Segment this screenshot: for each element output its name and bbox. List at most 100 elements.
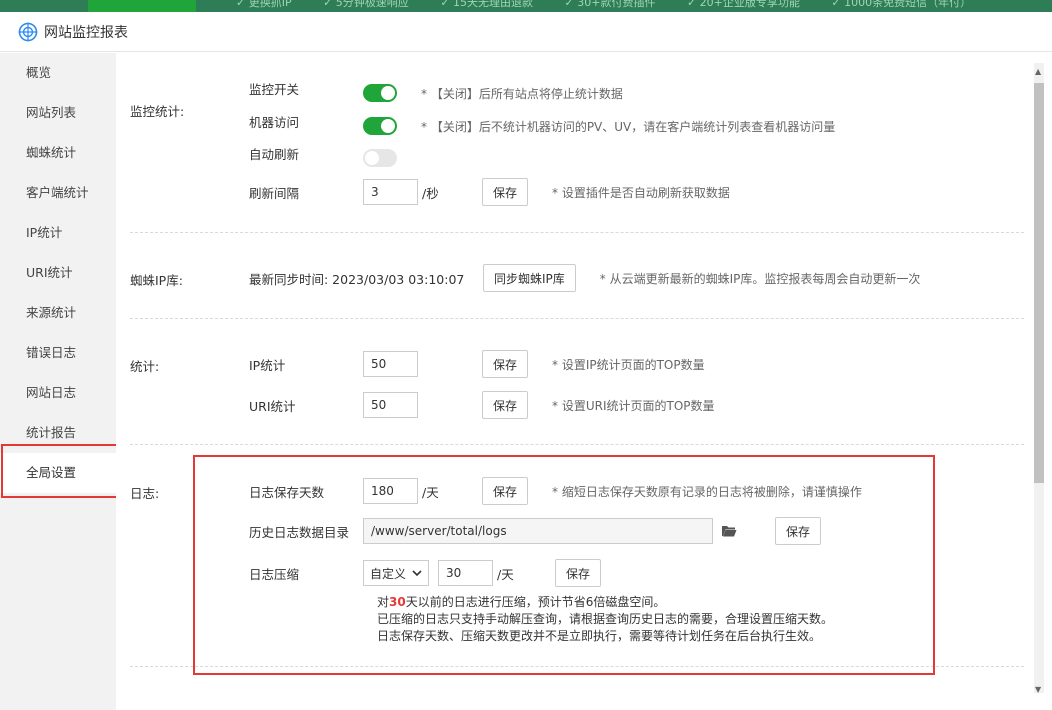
spider-sync-row: 最新同步时间: 2023/03/03 03:10:07 同步蜘蛛IP库 * 从云… <box>249 264 1009 292</box>
log-dir-input[interactable]: /www/server/total/logs <box>363 518 713 544</box>
monitor-section: 监控统计: 监控开关 * 【关闭】后所有站点将停止统计数据 机器访问 * 【关闭… <box>130 53 1024 233</box>
sidebar-item-ip-stats[interactable]: IP统计 <box>0 213 116 253</box>
sidebar-item-label: 网站日志 <box>26 385 77 400</box>
auto-refresh-toggle[interactable] <box>363 149 397 167</box>
robot-switch-row: 机器访问 * 【关闭】后不统计机器访问的PV、UV，请在客户端统计列表查看机器访… <box>249 112 1009 140</box>
field-tip: * 从云端更新最新的蜘蛛IP库。监控报表每周会自动更新一次 <box>599 271 921 286</box>
auto-refresh-row: 自动刷新 <box>249 144 1009 172</box>
field-label: 自动刷新 <box>249 146 300 162</box>
feature-item: ✓ 15天无理由退款 <box>440 0 534 9</box>
save-button[interactable]: 保存 <box>555 559 602 587</box>
scroll-up-icon[interactable]: ▲ <box>1035 67 1041 76</box>
folder-open-icon[interactable] <box>721 524 737 538</box>
chevron-down-icon <box>412 570 422 577</box>
sidebar-item-spider-stats[interactable]: 蜘蛛统计 <box>0 133 116 173</box>
unit-label: /天 <box>422 484 439 500</box>
uri-top-row: URI统计 50 保存 * 设置URI统计页面的TOP数量 <box>249 391 1009 419</box>
spider-ip-section: 蜘蛛IP库: 最新同步时间: 2023/03/03 03:10:07 同步蜘蛛I… <box>130 233 1024 319</box>
sidebar-item-label: 统计报告 <box>26 425 77 440</box>
log-section: 日志: 日志保存天数 180 /天 保存 * 缩短日志保存天数原有记录的日志将被… <box>130 445 1024 667</box>
sidebar-item-report[interactable]: 统计报告 <box>0 413 116 453</box>
scrollbar-thumb[interactable] <box>1034 83 1044 483</box>
sidebar-item-client-stats[interactable]: 客户端统计 <box>0 173 116 213</box>
sidebar-item-label: 客户端统计 <box>26 185 89 200</box>
monitor-logo-icon <box>18 22 38 41</box>
sidebar-item-global-settings[interactable]: 全局设置 <box>0 453 116 493</box>
select-value: 自定义 <box>370 566 407 581</box>
background-feature-list: ✓ 更换抓IP ✓ 5分钟极速响应 ✓ 15天无理由退款 ✓ 30+款付费插件 … <box>236 0 999 10</box>
refresh-interval-row: 刷新间隔 3 /秒 保存 * 设置插件是否自动刷新获取数据 <box>249 178 1009 206</box>
compress-note-line: 已压缩的日志只支持手动解压查询，请根据查询历史日志的需要，合理设置压缩天数。 <box>377 612 834 626</box>
field-label: 刷新间隔 <box>249 185 300 201</box>
monitor-report-window: 网站监控报表 概览 网站列表 蜘蛛统计 客户端统计 IP统计 URI统计 来源统… <box>0 12 1052 710</box>
robot-access-toggle[interactable] <box>363 117 397 135</box>
content-scrollbar[interactable]: ▲ ▼ <box>1024 53 1052 710</box>
field-tip: * 设置插件是否自动刷新获取数据 <box>552 185 730 200</box>
log-days-input[interactable]: 180 <box>363 478 418 504</box>
sidebar-item-label: 来源统计 <box>26 305 77 320</box>
sidebar-item-label: 蜘蛛统计 <box>26 145 77 160</box>
field-tip: * 【关闭】后所有站点将停止统计数据 <box>421 86 623 101</box>
compress-days-input[interactable]: 30 <box>438 560 493 586</box>
feature-item: ✓ 更换抓IP <box>236 0 292 9</box>
compress-mode-select[interactable]: 自定义 <box>363 560 429 586</box>
sidebar-item-site-log[interactable]: 网站日志 <box>0 373 116 413</box>
feature-item: ✓ 30+款付费插件 <box>564 0 656 9</box>
section-label: 日志: <box>130 486 160 501</box>
feature-item: ✓ 5分钟极速响应 <box>323 0 409 9</box>
save-button[interactable]: 保存 <box>482 350 529 378</box>
settings-content: 监控统计: 监控开关 * 【关闭】后所有站点将停止统计数据 机器访问 * 【关闭… <box>116 53 1024 710</box>
save-button[interactable]: 保存 <box>482 178 529 206</box>
field-tip: * 设置URI统计页面的TOP数量 <box>552 398 715 413</box>
feature-item: ✓ 1000条免费短信（年付） <box>831 0 972 9</box>
field-label: 日志保存天数 <box>249 484 325 500</box>
ip-top-input[interactable]: 50 <box>363 351 418 377</box>
compress-note: 对30天以前的日志进行压缩，预计节省6倍磁盘空间。 已压缩的日志只支持手动解压查… <box>377 594 833 645</box>
note-text: 对 <box>377 595 390 609</box>
ip-top-row: IP统计 50 保存 * 设置IP统计页面的TOP数量 <box>249 350 1009 378</box>
sidebar-item-uri-stats[interactable]: URI统计 <box>0 253 116 293</box>
field-tip: * 设置IP统计页面的TOP数量 <box>552 357 705 372</box>
log-compress-row: 日志压缩 自定义 30 /天 保存 <box>249 559 1009 587</box>
field-label: 监控开关 <box>249 81 300 97</box>
background-page-strip: ✓ 更换抓IP ✓ 5分钟极速响应 ✓ 15天无理由退款 ✓ 30+款付费插件 … <box>0 0 1052 12</box>
sidebar-item-source-stats[interactable]: 来源统计 <box>0 293 116 333</box>
background-green-button <box>88 0 196 12</box>
save-button[interactable]: 保存 <box>482 391 529 419</box>
sidebar-item-label: 全局设置 <box>26 465 77 480</box>
sidebar-item-site-list[interactable]: 网站列表 <box>0 93 116 133</box>
section-label: 监控统计: <box>130 104 185 119</box>
note-text: 天以前的日志进行压缩，预计节省6倍磁盘空间。 <box>405 595 666 609</box>
field-label: IP统计 <box>249 357 286 373</box>
note-number: 30 <box>389 595 406 609</box>
section-label: 统计: <box>130 359 160 374</box>
sidebar-item-overview[interactable]: 概览 <box>0 53 116 93</box>
feature-item: ✓ 20+企业版专享功能 <box>686 0 800 9</box>
sync-spider-ip-button[interactable]: 同步蜘蛛IP库 <box>483 264 576 292</box>
save-button[interactable]: 保存 <box>482 477 529 505</box>
sidebar-item-label: 网站列表 <box>26 105 77 120</box>
window-title: 网站监控报表 <box>44 24 128 41</box>
window-titlebar: 网站监控报表 <box>0 12 1052 52</box>
field-label: 日志压缩 <box>249 566 300 582</box>
sidebar-item-label: URI统计 <box>26 265 73 280</box>
sync-time-text: 最新同步时间: 2023/03/03 03:10:07 <box>249 271 465 287</box>
refresh-interval-input[interactable]: 3 <box>363 179 418 205</box>
unit-label: /秒 <box>422 185 439 201</box>
sidebar-item-label: 概览 <box>26 65 52 80</box>
log-days-row: 日志保存天数 180 /天 保存 * 缩短日志保存天数原有记录的日志将被删除，请… <box>249 477 1009 505</box>
monitor-switch-row: 监控开关 * 【关闭】后所有站点将停止统计数据 <box>249 79 1009 107</box>
monitor-switch-toggle[interactable] <box>363 84 397 102</box>
field-tip: * 【关闭】后不统计机器访问的PV、UV，请在客户端统计列表查看机器访问量 <box>421 119 836 134</box>
sidebar-item-label: 错误日志 <box>26 345 77 360</box>
field-label: 机器访问 <box>249 114 300 130</box>
log-dir-row: 历史日志数据目录 /www/server/total/logs 保存 <box>249 517 1009 545</box>
scroll-down-icon[interactable]: ▼ <box>1035 685 1041 694</box>
save-button[interactable]: 保存 <box>775 517 822 545</box>
field-label: URI统计 <box>249 398 296 414</box>
field-label: 历史日志数据目录 <box>249 524 350 540</box>
section-label: 蜘蛛IP库: <box>130 273 183 288</box>
sidebar-item-error-log[interactable]: 错误日志 <box>0 333 116 373</box>
sidebar: 概览 网站列表 蜘蛛统计 客户端统计 IP统计 URI统计 来源统计 错误日志 … <box>0 53 121 710</box>
uri-top-input[interactable]: 50 <box>363 392 418 418</box>
